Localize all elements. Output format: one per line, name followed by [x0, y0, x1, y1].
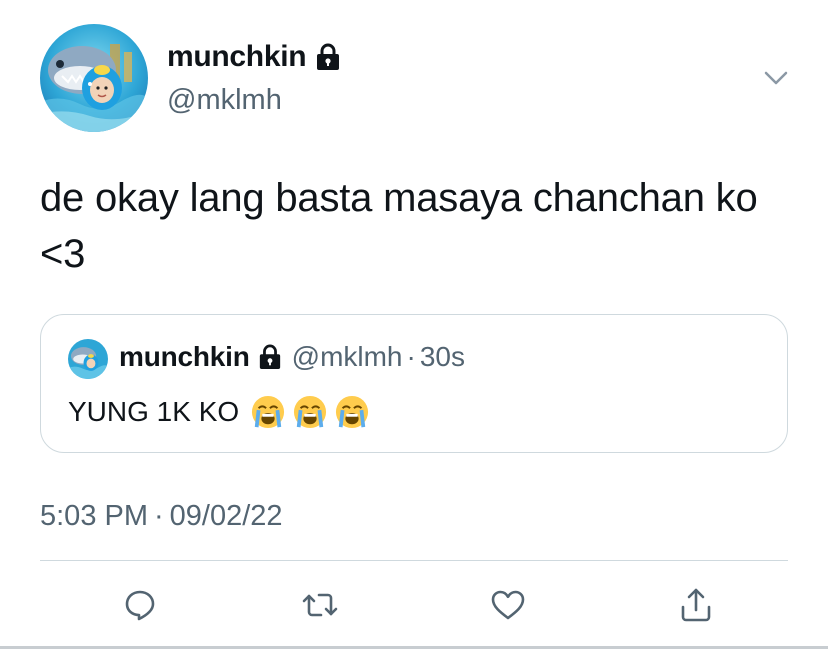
quoted-author-name: munchkin [119, 341, 250, 372]
share-icon [681, 588, 711, 622]
author-display-name[interactable]: munchkin [167, 40, 307, 74]
shark-hood-avatar-image [40, 24, 148, 132]
reply-button[interactable] [120, 585, 160, 625]
lock-icon [258, 344, 282, 370]
tweet-date: 09/02/22 [169, 500, 283, 532]
like-button[interactable] [488, 585, 528, 625]
lock-icon [315, 43, 341, 71]
separator-dot: · [154, 500, 164, 532]
loudly-crying-face-icon [294, 395, 327, 429]
quoted-tweet-card[interactable]: munchkin @mklmh · 30s YUNG 1K KO [40, 314, 788, 453]
author-avatar[interactable] [40, 24, 148, 132]
more-options-button[interactable] [762, 64, 790, 92]
reply-icon [125, 590, 155, 621]
quoted-author-avatar [68, 339, 108, 379]
author-handle[interactable]: @mklmh [167, 84, 282, 117]
author-name-row[interactable]: munchkin [167, 40, 341, 74]
tweet-timestamp[interactable]: 5:03 PM · 09/02/22 [40, 500, 283, 533]
quoted-tweet-text-row: YUNG 1K KO [68, 395, 369, 429]
retweet-icon [302, 593, 338, 617]
quoted-tweet-header: munchkin @mklmh · 30s [119, 341, 465, 373]
separator-dot: · [406, 341, 416, 372]
tweet-time: 5:03 PM [40, 500, 148, 532]
emoji-group [251, 395, 369, 429]
share-button[interactable] [676, 585, 716, 625]
quoted-tweet-age: 30s [419, 341, 465, 372]
retweet-button[interactable] [300, 585, 340, 625]
like-icon [491, 590, 525, 620]
quoted-author-handle: @mklmh [291, 341, 403, 372]
loudly-crying-face-icon [336, 395, 369, 429]
chevron-down-icon [764, 71, 788, 85]
divider [40, 560, 788, 561]
loudly-crying-face-icon [252, 395, 285, 429]
tweet-text: de okay lang basta masaya chanchan ko <3 [40, 176, 758, 276]
quoted-tweet-text: YUNG 1K KO [68, 396, 240, 427]
